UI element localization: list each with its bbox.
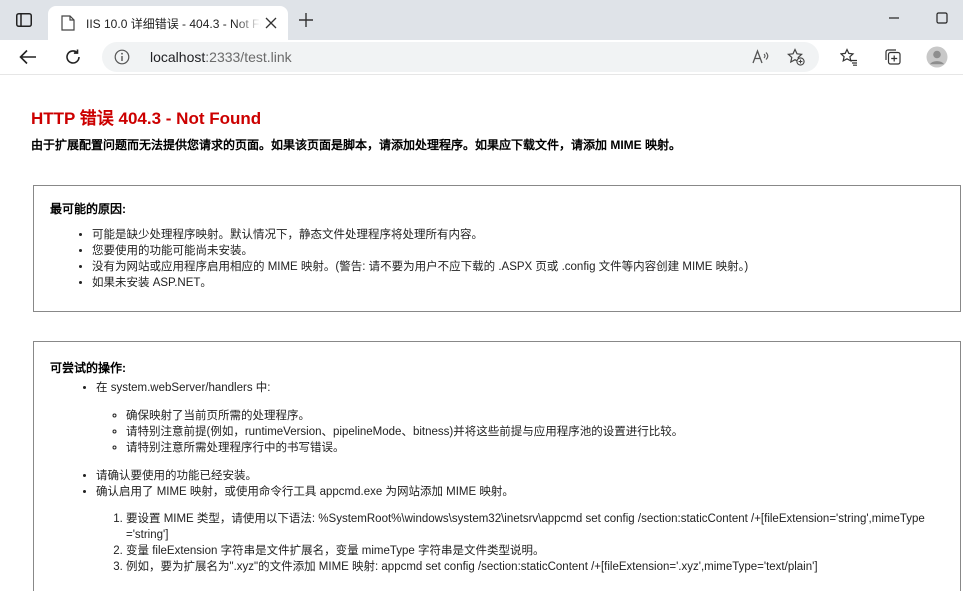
list-item: 要设置 MIME 类型，请使用以下语法: %SystemRoot%\window… bbox=[126, 511, 926, 543]
list-item: 请特别注意所需处理程序行中的书写错误。 bbox=[126, 440, 956, 456]
tab-strip: IIS 10.0 详细错误 - 404.3 - Not Found bbox=[0, 0, 963, 40]
list-item: 没有为网站或应用程序启用相应的 MIME 映射。(警告: 请不要为用户不应下载的… bbox=[92, 259, 748, 275]
close-icon[interactable] bbox=[264, 16, 278, 30]
page-content: HTTP 错误 404.3 - Not Found 由于扩展配置问题而无法提供您… bbox=[0, 75, 963, 591]
list-item: 请确认要使用的功能已经安装。 bbox=[96, 468, 956, 484]
active-tab[interactable]: IIS 10.0 详细错误 - 404.3 - Not Found bbox=[48, 6, 288, 40]
likely-causes-heading: 最可能的原因: bbox=[50, 202, 126, 216]
likely-causes-section: 最可能的原因: 可能是缺少处理程序映射。默认情况下，静态文件处理程序将处理所有内… bbox=[33, 185, 961, 312]
minimize-icon[interactable] bbox=[886, 10, 902, 26]
error-description: 由于扩展配置问题而无法提供您请求的页面。如果该页面是脚本，请添加处理程序。如果应… bbox=[31, 138, 682, 152]
list-item-text: 确认启用了 MIME 映射，或使用命令行工具 appcmd.exe 为网站添加 … bbox=[96, 486, 514, 498]
list-item: 请特别注意前提(例如，runtimeVersion、pipelineMode、b… bbox=[126, 424, 956, 440]
address-url[interactable]: localhost:2333/test.link bbox=[150, 49, 292, 65]
add-favorite-icon[interactable] bbox=[787, 48, 805, 66]
mime-steps-list: 要设置 MIME 类型，请使用以下语法: %SystemRoot%\window… bbox=[126, 511, 956, 575]
things-to-try-list: 在 system.webServer/handlers 中: 确保映射了当前页所… bbox=[96, 380, 956, 575]
collections-icon[interactable] bbox=[882, 46, 904, 68]
read-aloud-icon[interactable] bbox=[752, 48, 770, 66]
list-item: 变量 fileExtension 字符串是文件扩展名，变量 mimeType 字… bbox=[126, 543, 926, 559]
things-to-try-section: 可尝试的操作: 在 system.webServer/handlers 中: 确… bbox=[33, 341, 961, 591]
tab-title: IIS 10.0 详细错误 - 404.3 - Not Found bbox=[86, 16, 261, 31]
list-item: 可能是缺少处理程序映射。默认情况下，静态文件处理程序将处理所有内容。 bbox=[92, 227, 748, 243]
list-item: 确认启用了 MIME 映射，或使用命令行工具 appcmd.exe 为网站添加 … bbox=[96, 484, 956, 575]
profile-icon[interactable] bbox=[926, 46, 948, 68]
list-item: 如果未安装 ASP.NET。 bbox=[92, 275, 748, 291]
page-title: HTTP 错误 404.3 - Not Found bbox=[31, 109, 262, 128]
list-item: 您要使用的功能可能尚未安装。 bbox=[92, 243, 748, 259]
tab-actions-icon[interactable] bbox=[14, 11, 34, 29]
page-favicon-icon bbox=[60, 15, 76, 31]
address-path: :2333/test.link bbox=[205, 49, 292, 65]
info-icon[interactable] bbox=[114, 49, 130, 65]
maximize-icon[interactable] bbox=[934, 10, 950, 26]
things-to-try-heading: 可尝试的操作: bbox=[50, 361, 126, 375]
list-item: 在 system.webServer/handlers 中: 确保映射了当前页所… bbox=[96, 380, 956, 456]
handlers-sublist: 确保映射了当前页所需的处理程序。 请特别注意前提(例如，runtimeVersi… bbox=[126, 408, 956, 456]
likely-causes-list: 可能是缺少处理程序映射。默认情况下，静态文件处理程序将处理所有内容。 您要使用的… bbox=[92, 227, 748, 291]
browser-toolbar: localhost:2333/test.link bbox=[0, 40, 963, 75]
refresh-icon[interactable] bbox=[62, 46, 84, 68]
list-item: 确保映射了当前页所需的处理程序。 bbox=[126, 408, 956, 424]
plus-icon[interactable] bbox=[296, 10, 316, 30]
back-arrow-icon[interactable] bbox=[17, 46, 39, 68]
list-item-text: 在 system.webServer/handlers 中: bbox=[96, 382, 271, 394]
list-item: 例如，要为扩展名为".xyz"的文件添加 MIME 映射: appcmd set… bbox=[126, 559, 926, 575]
favorites-icon[interactable] bbox=[838, 46, 860, 68]
address-bar[interactable]: localhost:2333/test.link bbox=[102, 42, 819, 72]
address-host: localhost bbox=[150, 49, 206, 65]
